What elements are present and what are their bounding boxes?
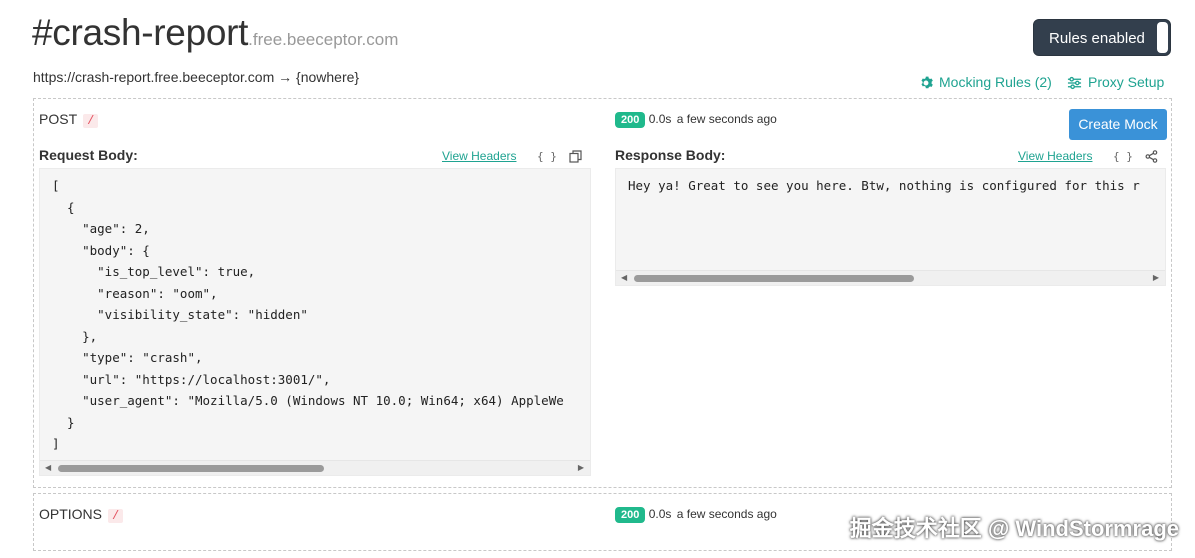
scroll-left-arrow-icon[interactable]: ◀	[45, 463, 51, 472]
request-view-headers-link[interactable]: View Headers	[442, 149, 516, 163]
response-body-label: Response Body:	[615, 147, 726, 163]
request-body-box[interactable]: [ { "age": 2, "body": { "is_top_level": …	[39, 168, 591, 476]
share-icon[interactable]	[1145, 150, 1158, 168]
request-path: /	[83, 114, 99, 128]
watermark: 掘金技术社区 @ WindStormrage	[849, 516, 1179, 541]
endpoint-name: #crash-report	[32, 12, 249, 53]
options-status-badge: 200	[615, 507, 646, 523]
proxy-setup-label: Proxy Setup	[1088, 74, 1165, 90]
options-path: /	[108, 509, 124, 523]
proxy-target: {nowhere}	[296, 69, 360, 85]
format-json-icon[interactable]: { }	[537, 150, 557, 163]
endpoint-domain: .free.beeceptor.com	[248, 30, 399, 49]
rules-enabled-toggle[interactable]: Rules enabled	[1033, 19, 1171, 56]
request-body-label: Request Body:	[39, 147, 138, 163]
mocking-rules-link[interactable]: Mocking Rules (2)	[919, 74, 1052, 90]
toggle-knob	[1157, 22, 1168, 53]
proxy-setup-link[interactable]: Proxy Setup	[1067, 74, 1164, 90]
response-view-headers-link[interactable]: View Headers	[1018, 149, 1092, 163]
response-scroll-right-arrow-icon[interactable]: ▶	[1153, 273, 1159, 282]
scrollbar-thumb[interactable]	[58, 465, 324, 472]
request-method-line: POST /	[39, 111, 99, 128]
arrow-icon: →	[278, 69, 293, 85]
request-body-scrollbar[interactable]: ◀ ▶	[40, 460, 590, 475]
request-status-line: 200 0.0s a few seconds ago	[615, 112, 777, 128]
gear-icon	[921, 76, 933, 89]
status-badge: 200	[615, 112, 646, 128]
endpoint-url[interactable]: https://crash-report.free.beeceptor.com	[33, 69, 274, 85]
response-body-scrollbar[interactable]: ◀ ▶	[616, 270, 1165, 285]
request-time-ago: a few seconds ago	[676, 112, 777, 126]
options-duration: 0.0s	[648, 507, 672, 521]
options-method-line: OPTIONS /	[39, 506, 124, 523]
response-format-json-icon[interactable]: { }	[1113, 150, 1133, 163]
create-mock-button[interactable]: Create Mock	[1069, 109, 1167, 140]
sliders-icon	[1067, 76, 1082, 90]
options-method: OPTIONS	[39, 506, 103, 522]
request-body-code: [ { "age": 2, "body": { "is_top_level": …	[52, 178, 564, 451]
endpoint-url-line: https://crash-report.free.beeceptor.com …	[33, 69, 359, 85]
page-title: #crash-report.free.beeceptor.com	[32, 12, 398, 54]
response-scrollbar-thumb[interactable]	[634, 275, 914, 282]
response-body-box[interactable]: Hey ya! Great to see you here. Btw, noth…	[615, 168, 1166, 286]
mocking-rules-label: Mocking Rules (2)	[939, 74, 1052, 90]
copy-icon[interactable]	[569, 150, 582, 168]
options-time-ago: a few seconds ago	[676, 507, 777, 521]
request-duration: 0.0s	[648, 112, 672, 126]
response-body-code: Hey ya! Great to see you here. Btw, noth…	[628, 178, 1140, 193]
scroll-right-arrow-icon[interactable]: ▶	[578, 463, 584, 472]
request-method: POST	[39, 111, 78, 127]
rules-toggle-label: Rules enabled	[1049, 30, 1145, 47]
options-status-line: 200 0.0s a few seconds ago	[615, 507, 777, 523]
response-scroll-left-arrow-icon[interactable]: ◀	[621, 273, 627, 282]
